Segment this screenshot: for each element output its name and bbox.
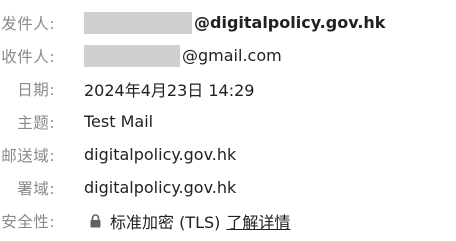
to-label: 收件人: <box>1 47 55 66</box>
lock-icon <box>90 213 101 228</box>
signed-by-value: digitalpolicy.gov.hk <box>84 178 237 197</box>
date-value: 2024年4月23日 14:29 <box>84 80 255 100</box>
subject-value: Test Mail <box>84 112 154 131</box>
to-row: 收件人: @gmail.com <box>0 39 456 72</box>
mailed-by-row: 邮送域: digitalpolicy.gov.hk <box>0 138 456 171</box>
signed-by-label: 署域: <box>17 179 55 198</box>
subject-label: 主题: <box>17 113 55 132</box>
date-label: 日期: <box>17 80 55 99</box>
redacted-recipient-name <box>84 44 180 67</box>
security-value: 标准加密 (TLS) <box>110 212 221 232</box>
from-row: 发件人: @digitalpolicy.gov.hk <box>0 6 456 39</box>
security-row: 安全性: 标准加密 (TLS) 了解详情 <box>0 204 456 237</box>
subject-row: 主题: Test Mail <box>0 105 456 138</box>
redacted-sender-name <box>84 11 192 34</box>
security-label: 安全性: <box>1 212 55 231</box>
learn-more-link[interactable]: 了解详情 <box>226 209 290 233</box>
message-details-panel: 发件人: @digitalpolicy.gov.hk 收件人: @gmail.c… <box>0 6 456 237</box>
signed-by-row: 署域: digitalpolicy.gov.hk <box>0 171 456 204</box>
mailed-by-value: digitalpolicy.gov.hk <box>84 145 237 164</box>
from-label: 发件人: <box>1 14 55 33</box>
from-value: @digitalpolicy.gov.hk <box>84 11 386 34</box>
to-domain: @gmail.com <box>182 46 282 65</box>
date-row: 日期: 2024年4月23日 14:29 <box>0 72 456 105</box>
to-value: @gmail.com <box>84 44 282 67</box>
mailed-by-label: 邮送域: <box>1 146 55 165</box>
from-domain: @digitalpolicy.gov.hk <box>194 13 386 32</box>
security-value-wrap: 标准加密 (TLS) 了解详情 <box>84 209 290 233</box>
